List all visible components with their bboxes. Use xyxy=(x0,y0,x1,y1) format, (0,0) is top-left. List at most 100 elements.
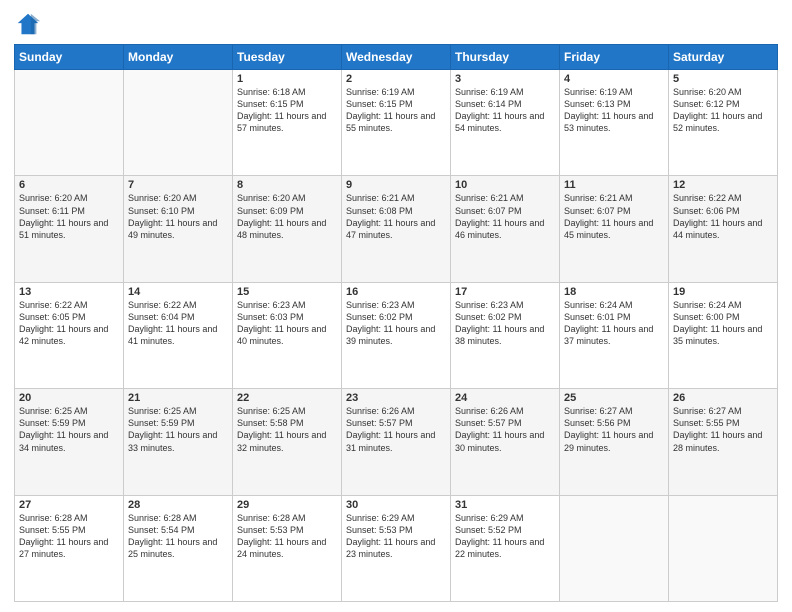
calendar-cell xyxy=(669,495,778,601)
calendar-cell: 11Sunrise: 6:21 AM Sunset: 6:07 PM Dayli… xyxy=(560,176,669,282)
day-info: Sunrise: 6:28 AM Sunset: 5:54 PM Dayligh… xyxy=(128,512,228,561)
day-info: Sunrise: 6:21 AM Sunset: 6:07 PM Dayligh… xyxy=(455,192,555,241)
day-number: 25 xyxy=(564,392,664,404)
calendar-cell: 28Sunrise: 6:28 AM Sunset: 5:54 PM Dayli… xyxy=(124,495,233,601)
calendar-cell: 24Sunrise: 6:26 AM Sunset: 5:57 PM Dayli… xyxy=(451,389,560,495)
day-number: 9 xyxy=(346,179,446,191)
day-number: 4 xyxy=(564,73,664,85)
calendar-cell: 12Sunrise: 6:22 AM Sunset: 6:06 PM Dayli… xyxy=(669,176,778,282)
day-number: 3 xyxy=(455,73,555,85)
day-info: Sunrise: 6:19 AM Sunset: 6:14 PM Dayligh… xyxy=(455,86,555,135)
calendar-cell: 29Sunrise: 6:28 AM Sunset: 5:53 PM Dayli… xyxy=(233,495,342,601)
weekday-header: Sunday xyxy=(15,45,124,70)
weekday-header: Saturday xyxy=(669,45,778,70)
calendar-cell: 30Sunrise: 6:29 AM Sunset: 5:53 PM Dayli… xyxy=(342,495,451,601)
day-number: 30 xyxy=(346,499,446,511)
day-info: Sunrise: 6:21 AM Sunset: 6:07 PM Dayligh… xyxy=(564,192,664,241)
calendar-cell xyxy=(15,70,124,176)
day-info: Sunrise: 6:29 AM Sunset: 5:52 PM Dayligh… xyxy=(455,512,555,561)
day-number: 2 xyxy=(346,73,446,85)
day-number: 8 xyxy=(237,179,337,191)
day-number: 18 xyxy=(564,286,664,298)
day-info: Sunrise: 6:25 AM Sunset: 5:58 PM Dayligh… xyxy=(237,405,337,454)
day-number: 5 xyxy=(673,73,773,85)
calendar-cell: 25Sunrise: 6:27 AM Sunset: 5:56 PM Dayli… xyxy=(560,389,669,495)
calendar-cell xyxy=(560,495,669,601)
day-number: 19 xyxy=(673,286,773,298)
day-number: 11 xyxy=(564,179,664,191)
day-info: Sunrise: 6:27 AM Sunset: 5:56 PM Dayligh… xyxy=(564,405,664,454)
calendar-cell: 9Sunrise: 6:21 AM Sunset: 6:08 PM Daylig… xyxy=(342,176,451,282)
calendar-cell: 17Sunrise: 6:23 AM Sunset: 6:02 PM Dayli… xyxy=(451,282,560,388)
calendar-cell: 5Sunrise: 6:20 AM Sunset: 6:12 PM Daylig… xyxy=(669,70,778,176)
day-number: 27 xyxy=(19,499,119,511)
day-info: Sunrise: 6:19 AM Sunset: 6:15 PM Dayligh… xyxy=(346,86,446,135)
day-number: 29 xyxy=(237,499,337,511)
day-number: 28 xyxy=(128,499,228,511)
calendar-cell: 16Sunrise: 6:23 AM Sunset: 6:02 PM Dayli… xyxy=(342,282,451,388)
day-number: 12 xyxy=(673,179,773,191)
logo xyxy=(14,10,46,38)
day-number: 24 xyxy=(455,392,555,404)
calendar-cell: 21Sunrise: 6:25 AM Sunset: 5:59 PM Dayli… xyxy=(124,389,233,495)
day-info: Sunrise: 6:23 AM Sunset: 6:03 PM Dayligh… xyxy=(237,299,337,348)
day-info: Sunrise: 6:25 AM Sunset: 5:59 PM Dayligh… xyxy=(128,405,228,454)
calendar-cell: 20Sunrise: 6:25 AM Sunset: 5:59 PM Dayli… xyxy=(15,389,124,495)
calendar-cell: 23Sunrise: 6:26 AM Sunset: 5:57 PM Dayli… xyxy=(342,389,451,495)
calendar-week-row: 13Sunrise: 6:22 AM Sunset: 6:05 PM Dayli… xyxy=(15,282,778,388)
calendar-cell: 19Sunrise: 6:24 AM Sunset: 6:00 PM Dayli… xyxy=(669,282,778,388)
day-info: Sunrise: 6:26 AM Sunset: 5:57 PM Dayligh… xyxy=(346,405,446,454)
day-info: Sunrise: 6:25 AM Sunset: 5:59 PM Dayligh… xyxy=(19,405,119,454)
day-info: Sunrise: 6:19 AM Sunset: 6:13 PM Dayligh… xyxy=(564,86,664,135)
day-number: 15 xyxy=(237,286,337,298)
calendar-cell: 6Sunrise: 6:20 AM Sunset: 6:11 PM Daylig… xyxy=(15,176,124,282)
header xyxy=(14,10,778,38)
day-info: Sunrise: 6:27 AM Sunset: 5:55 PM Dayligh… xyxy=(673,405,773,454)
calendar-cell: 8Sunrise: 6:20 AM Sunset: 6:09 PM Daylig… xyxy=(233,176,342,282)
calendar-week-row: 27Sunrise: 6:28 AM Sunset: 5:55 PM Dayli… xyxy=(15,495,778,601)
day-info: Sunrise: 6:20 AM Sunset: 6:10 PM Dayligh… xyxy=(128,192,228,241)
calendar-cell: 26Sunrise: 6:27 AM Sunset: 5:55 PM Dayli… xyxy=(669,389,778,495)
day-info: Sunrise: 6:20 AM Sunset: 6:11 PM Dayligh… xyxy=(19,192,119,241)
calendar-cell: 13Sunrise: 6:22 AM Sunset: 6:05 PM Dayli… xyxy=(15,282,124,388)
logo-icon xyxy=(14,10,42,38)
calendar-cell: 3Sunrise: 6:19 AM Sunset: 6:14 PM Daylig… xyxy=(451,70,560,176)
day-number: 17 xyxy=(455,286,555,298)
weekday-header: Tuesday xyxy=(233,45,342,70)
day-info: Sunrise: 6:23 AM Sunset: 6:02 PM Dayligh… xyxy=(346,299,446,348)
day-number: 6 xyxy=(19,179,119,191)
calendar-week-row: 1Sunrise: 6:18 AM Sunset: 6:15 PM Daylig… xyxy=(15,70,778,176)
day-number: 14 xyxy=(128,286,228,298)
day-number: 13 xyxy=(19,286,119,298)
day-info: Sunrise: 6:23 AM Sunset: 6:02 PM Dayligh… xyxy=(455,299,555,348)
day-info: Sunrise: 6:28 AM Sunset: 5:53 PM Dayligh… xyxy=(237,512,337,561)
day-info: Sunrise: 6:22 AM Sunset: 6:06 PM Dayligh… xyxy=(673,192,773,241)
calendar-cell: 2Sunrise: 6:19 AM Sunset: 6:15 PM Daylig… xyxy=(342,70,451,176)
calendar-cell: 31Sunrise: 6:29 AM Sunset: 5:52 PM Dayli… xyxy=(451,495,560,601)
day-number: 16 xyxy=(346,286,446,298)
weekday-header: Wednesday xyxy=(342,45,451,70)
calendar-header-row: SundayMondayTuesdayWednesdayThursdayFrid… xyxy=(15,45,778,70)
day-number: 21 xyxy=(128,392,228,404)
day-info: Sunrise: 6:20 AM Sunset: 6:09 PM Dayligh… xyxy=(237,192,337,241)
day-number: 10 xyxy=(455,179,555,191)
day-info: Sunrise: 6:22 AM Sunset: 6:04 PM Dayligh… xyxy=(128,299,228,348)
calendar-cell: 10Sunrise: 6:21 AM Sunset: 6:07 PM Dayli… xyxy=(451,176,560,282)
calendar-cell: 1Sunrise: 6:18 AM Sunset: 6:15 PM Daylig… xyxy=(233,70,342,176)
calendar-cell: 18Sunrise: 6:24 AM Sunset: 6:01 PM Dayli… xyxy=(560,282,669,388)
calendar-cell: 4Sunrise: 6:19 AM Sunset: 6:13 PM Daylig… xyxy=(560,70,669,176)
day-number: 23 xyxy=(346,392,446,404)
day-info: Sunrise: 6:21 AM Sunset: 6:08 PM Dayligh… xyxy=(346,192,446,241)
calendar-cell xyxy=(124,70,233,176)
weekday-header: Monday xyxy=(124,45,233,70)
day-info: Sunrise: 6:24 AM Sunset: 6:00 PM Dayligh… xyxy=(673,299,773,348)
day-info: Sunrise: 6:24 AM Sunset: 6:01 PM Dayligh… xyxy=(564,299,664,348)
weekday-header: Thursday xyxy=(451,45,560,70)
calendar-cell: 7Sunrise: 6:20 AM Sunset: 6:10 PM Daylig… xyxy=(124,176,233,282)
calendar-week-row: 20Sunrise: 6:25 AM Sunset: 5:59 PM Dayli… xyxy=(15,389,778,495)
day-number: 22 xyxy=(237,392,337,404)
calendar-cell: 27Sunrise: 6:28 AM Sunset: 5:55 PM Dayli… xyxy=(15,495,124,601)
day-info: Sunrise: 6:20 AM Sunset: 6:12 PM Dayligh… xyxy=(673,86,773,135)
calendar-table: SundayMondayTuesdayWednesdayThursdayFrid… xyxy=(14,44,778,602)
day-number: 26 xyxy=(673,392,773,404)
